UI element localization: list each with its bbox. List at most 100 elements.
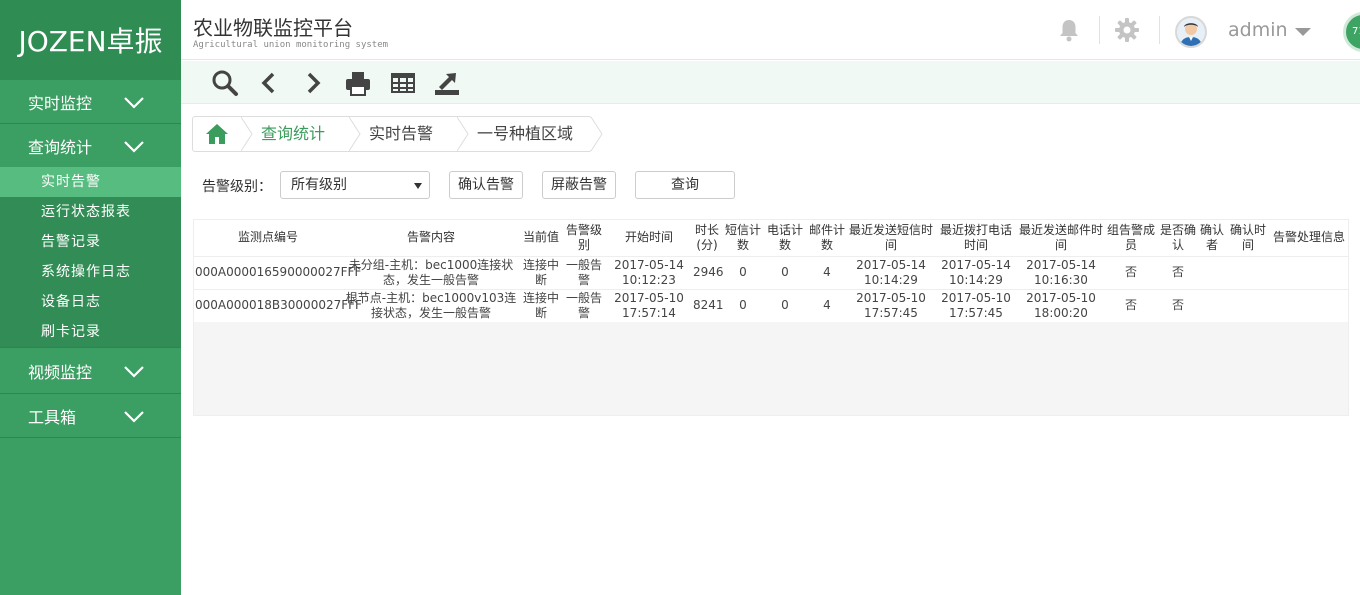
- sidebar-item-operation-log[interactable]: 系统操作日志: [0, 257, 181, 287]
- sidebar-item-alarm-records[interactable]: 告警记录: [0, 227, 181, 257]
- column-header[interactable]: 最近发送短信时间: [848, 220, 934, 256]
- table-cell: 8241: [692, 288, 724, 322]
- sidebar-item-device-log[interactable]: 设备日志: [0, 287, 181, 317]
- shield-alarm-button[interactable]: 屏蔽告警: [542, 171, 616, 199]
- menu-group-video-monitor: 视频监控: [0, 348, 181, 394]
- menu-group-realtime-monitor: 实时监控: [0, 80, 181, 124]
- table-cell: 否: [1104, 255, 1158, 289]
- column-header[interactable]: 电话计数: [764, 220, 806, 256]
- table-cell: 否: [1104, 288, 1158, 322]
- table-cell: 连接中断: [520, 255, 562, 289]
- breadcrumb-item-zone[interactable]: 一号种植区域: [457, 117, 603, 151]
- column-header[interactable]: 短信计数: [722, 220, 764, 256]
- home-icon: [206, 124, 228, 144]
- table-row[interactable]: 000A000018B30000027FFF 根节点-主机：bec1000v103…: [194, 288, 1348, 322]
- header-divider: [1159, 16, 1160, 44]
- submenu-query-stats: 实时告警 运行状态报表 告警记录 系统操作日志 设备日志 刷卡记录: [0, 167, 181, 347]
- print-icon[interactable]: [344, 69, 372, 97]
- table-cell: 0: [764, 255, 806, 289]
- table-header-row: 监测点编号 告警内容 当前值 告警级别 开始时间 时长(分) 短信计数 电话计数 邮件计数 最近发…: [194, 220, 1348, 256]
- table-row[interactable]: 000A000016590000027FFF 未分组-主机：bec1000连接状态…: [194, 255, 1348, 289]
- table-cell: 未分组-主机：bec1000连接状态，发生一般告警: [342, 255, 520, 289]
- column-header[interactable]: 告警级别: [562, 220, 606, 256]
- column-header[interactable]: 当前值: [520, 220, 562, 256]
- select-value: 所有级别: [291, 177, 347, 193]
- table-icon[interactable]: [389, 69, 417, 97]
- column-header[interactable]: 时长(分): [692, 220, 722, 256]
- table-cell: 连接中断: [520, 288, 562, 322]
- chevron-down-icon: [124, 140, 144, 153]
- table-cell: 否: [1158, 288, 1198, 322]
- avatar[interactable]: [1175, 16, 1207, 48]
- bell-icon[interactable]: [1056, 17, 1082, 43]
- column-header[interactable]: 最近发送邮件时间: [1018, 220, 1104, 256]
- gear-icon[interactable]: [1114, 17, 1140, 43]
- breadcrumb-separator: [591, 117, 603, 151]
- chevron-down-icon: [124, 96, 144, 109]
- table-cell: 0: [764, 288, 806, 322]
- sidebar-item-card-records[interactable]: 刷卡记录: [0, 317, 181, 347]
- status-badge[interactable]: 71: [1343, 12, 1360, 52]
- forward-icon[interactable]: [299, 69, 327, 97]
- user-menu[interactable]: admin: [1228, 19, 1288, 41]
- caret-down-icon: [414, 183, 422, 189]
- menu-label: 查询统计: [28, 137, 93, 157]
- column-header[interactable]: 组告警成员: [1104, 220, 1158, 256]
- alarm-table: 监测点编号 告警内容 当前值 告警级别 开始时间 时长(分) 短信计数 电话计数 邮件计数 最近发…: [194, 220, 1348, 322]
- column-header[interactable]: 确认时间: [1226, 220, 1270, 256]
- menu-label: 工具箱: [28, 407, 77, 427]
- table-cell: 根节点-主机：bec1000v103连接状态，发生一般告警: [342, 288, 520, 322]
- menu-head-query-stats[interactable]: 查询统计: [0, 124, 181, 167]
- breadcrumb-label: 一号种植区域: [477, 124, 574, 143]
- breadcrumb-item-realtime-alarm[interactable]: 实时告警: [349, 117, 469, 151]
- sidebar-item-status-report[interactable]: 运行状态报表: [0, 197, 181, 227]
- table-cell: 2017-05-10 18:00:20: [1018, 288, 1104, 322]
- column-header[interactable]: 告警内容: [342, 220, 520, 256]
- export-icon[interactable]: [433, 69, 461, 97]
- chevron-down-icon: [124, 365, 144, 378]
- table-cell: 一般告警: [562, 255, 606, 289]
- column-header[interactable]: 告警处理信息: [1270, 220, 1348, 256]
- column-header[interactable]: 监测点编号: [194, 220, 342, 256]
- table-cell: 2017-05-14 10:14:29: [848, 255, 934, 289]
- chevron-down-icon: [124, 410, 144, 423]
- breadcrumb-label: 查询统计: [261, 124, 326, 143]
- table-cell: 否: [1158, 255, 1198, 289]
- search-icon[interactable]: [211, 69, 239, 97]
- table-cell: [1270, 255, 1348, 289]
- toolbar: [181, 61, 1360, 104]
- menu-head-video-monitor[interactable]: 视频监控: [0, 348, 181, 393]
- table-cell: 2017-05-10 17:57:45: [848, 288, 934, 322]
- confirm-alarm-button[interactable]: 确认告警: [449, 171, 523, 199]
- page-subtitle: Agricultural union monitoring system: [193, 40, 389, 50]
- column-header[interactable]: 开始时间: [606, 220, 692, 256]
- back-icon[interactable]: [255, 69, 283, 97]
- breadcrumb-label: 实时告警: [369, 124, 434, 143]
- column-header[interactable]: 确认者: [1198, 220, 1226, 256]
- table-cell: [1198, 255, 1226, 289]
- column-header[interactable]: 最近拨打电话时间: [934, 220, 1018, 256]
- menu-head-toolbox[interactable]: 工具箱: [0, 394, 181, 437]
- sidebar: JOZEN卓振 实时监控 查询统计 实时告警 运行状态报表 告警记录 系统操作日…: [0, 0, 181, 595]
- user-icon: [1180, 23, 1202, 46]
- logo[interactable]: JOZEN卓振: [0, 0, 181, 80]
- menu-label: 实时监控: [28, 93, 93, 113]
- table-cell: 2017-05-10 17:57:14: [606, 288, 692, 322]
- query-button[interactable]: 查询: [635, 171, 735, 199]
- table-body: 000A000016590000027FFF 未分组-主机：bec1000连接状态…: [194, 255, 1348, 322]
- column-header[interactable]: 邮件计数: [806, 220, 848, 256]
- menu-group-query-stats: 查询统计 实时告警 运行状态报表 告警记录 系统操作日志 设备日志 刷卡记录: [0, 124, 181, 348]
- table-cell: [1270, 288, 1348, 322]
- menu-head-realtime-monitor[interactable]: 实时监控: [0, 80, 181, 123]
- table-cell: [1198, 288, 1226, 322]
- table-cell: 2017-05-14 10:16:30: [1018, 255, 1104, 289]
- breadcrumb-item-query-stats[interactable]: 查询统计: [241, 117, 361, 151]
- caret-down-icon[interactable]: [1295, 28, 1311, 36]
- table-cell: 2946: [692, 255, 724, 289]
- alarm-level-select[interactable]: 所有级别: [280, 171, 430, 199]
- table-cell: 2017-05-14 10:12:23: [606, 255, 692, 289]
- breadcrumb-home[interactable]: [193, 117, 253, 151]
- page-title: 农业物联监控平台: [193, 16, 353, 40]
- column-header[interactable]: 是否确认: [1158, 220, 1198, 256]
- sidebar-item-realtime-alarm[interactable]: 实时告警: [0, 167, 181, 197]
